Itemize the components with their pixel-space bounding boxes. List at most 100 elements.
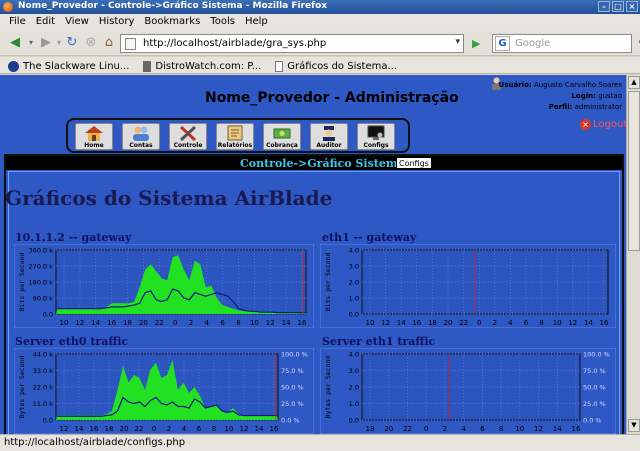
menu-file[interactable]: File (4, 14, 31, 31)
url-bar[interactable]: http://localhost/airblade/gra_sys.php ▾ (120, 34, 464, 53)
page-content: Nome_Provedor - Administração Usuário: A… (0, 75, 626, 434)
x-tick-label: 16 (298, 319, 307, 327)
y-tick-label: 1.0 (349, 295, 359, 303)
main-menu: Home Contas Controle Relatórios Cobrança (66, 118, 410, 153)
x-tick-label: 14 (75, 425, 84, 433)
home-icon[interactable]: ⌂ (101, 35, 117, 52)
configs-button[interactable]: Configs (357, 123, 395, 150)
y-tick-label: 360.0 k (29, 247, 54, 255)
user-name: Augusto Carvalho Soares (533, 81, 622, 89)
y-tick-label: 22.0 k (33, 384, 54, 392)
user-profile: administrator (574, 103, 622, 111)
x-tick-label: 18 (366, 425, 375, 433)
x-tick-label: 4 (461, 425, 466, 433)
y2-tick-label: 100.0 % (583, 351, 610, 359)
monitor-icon (367, 125, 385, 140)
bookmarks-toolbar: The Slackware Linu... DistroWatch.com: P… (0, 57, 640, 74)
window-title: Nome_Provedor - Controle->Gráfico Sistem… (18, 1, 328, 11)
chart-server-eth0: 12 14 16 18 20 22 0 2 4 6 8 10 12 14 16 0.0 0.0 % 11.0 k 2… (14, 348, 314, 434)
y-tick-label: 1.0 (349, 400, 359, 408)
x-tick-label: 18 (105, 425, 114, 433)
x-tick-label: 0 (152, 425, 156, 433)
x-tick-label: 0 (477, 319, 481, 327)
x-tick-label: 8 (499, 425, 503, 433)
y-tick-label: 44.0 k (33, 351, 54, 359)
bookmark-slackware[interactable]: The Slackware Linu... (8, 57, 129, 73)
y-tick-label: 0.0 (43, 311, 53, 319)
y-tick-label: 3.0 (349, 263, 359, 271)
home-button[interactable]: Home (75, 123, 113, 150)
x-tick-label: 20 (444, 319, 453, 327)
y2-tick-label: 0.0 % (583, 417, 602, 425)
contas-button[interactable]: Contas (122, 123, 160, 150)
search-engine-icon[interactable]: G (495, 36, 510, 51)
x-tick-label: 6 (220, 319, 225, 327)
x-tick-label: 2 (167, 425, 171, 433)
search-placeholder: Google (515, 38, 551, 49)
x-tick-label: 8 (236, 319, 240, 327)
cobranca-button[interactable]: Cobrança (263, 123, 301, 150)
menu-view[interactable]: View (60, 14, 94, 31)
users-icon (133, 126, 149, 141)
stop-icon[interactable]: ⊗ (83, 35, 99, 52)
status-bar: http://localhost/airblade/configs.php (0, 434, 640, 451)
url-dropdown-icon[interactable]: ▾ (455, 37, 460, 47)
menu-tools[interactable]: Tools (205, 14, 240, 31)
back-arrow-icon[interactable]: ◀ (6, 35, 24, 52)
police-officer-icon (323, 126, 335, 141)
menu-history[interactable]: History (94, 14, 140, 31)
scroll-up-icon[interactable]: ▲ (628, 76, 640, 89)
x-tick-label: 14 (553, 425, 562, 433)
bookmark-distrowatch[interactable]: DistroWatch.com: P... (143, 57, 261, 73)
forward-dropdown-icon[interactable]: ▾ (55, 35, 63, 52)
back-dropdown-icon[interactable]: ▾ (26, 35, 36, 52)
window-title-bar: Nome_Provedor - Controle->Gráfico Sistem… (0, 0, 640, 14)
auditor-button[interactable]: Auditor (310, 123, 348, 150)
y2-tick-label: 50.0 % (281, 384, 304, 392)
y2-tick-label: 50.0 % (583, 384, 606, 392)
user-login: gustao (598, 92, 622, 100)
scroll-thumb[interactable] (628, 91, 640, 251)
y-tick-label: 0.0 (349, 311, 359, 319)
bookmark-graficos[interactable]: Gráficos do Sistema... (275, 57, 397, 73)
go-icon[interactable]: ▶ (472, 37, 484, 50)
y2-tick-label: 25.0 % (583, 400, 606, 408)
menu-help[interactable]: Help (240, 14, 273, 31)
logout-link[interactable]: × Logout (580, 119, 626, 130)
search-box[interactable]: G Google ⚲ (492, 34, 640, 53)
reload-icon[interactable]: ↻ (64, 35, 80, 52)
x-tick-label: 16 (412, 319, 421, 327)
x-tick-label: 2 (443, 425, 447, 433)
controle-button[interactable]: Controle (169, 123, 207, 150)
x-tick-label: 10 (366, 319, 375, 327)
vertical-scrollbar[interactable]: ▲ ▼ (626, 75, 640, 433)
breadcrumb-configs-button[interactable]: Configs (396, 157, 432, 169)
y2-tick-label: 0.0 % (281, 417, 300, 425)
menu-edit[interactable]: Edit (31, 14, 60, 31)
x-tick-label: 4 (508, 319, 513, 327)
x-tick-label: 12 (240, 425, 249, 433)
x-tick-label: 18 (123, 319, 132, 327)
x-tick-label: 16 (107, 319, 116, 327)
x-tick-label: 16 (600, 319, 609, 327)
y-tick-label: 0.0 (349, 417, 359, 425)
close-icon[interactable]: × (626, 1, 638, 12)
menu-bookmarks[interactable]: Bookmarks (139, 14, 205, 31)
x-tick-label: 2 (189, 319, 193, 327)
minimize-icon[interactable]: – (598, 1, 610, 12)
y-axis-label: Bytes per Second (324, 356, 332, 419)
forward-arrow-icon[interactable]: ▶ (38, 35, 54, 52)
x-tick-label: 10 (553, 319, 562, 327)
x-tick-label: 22 (135, 425, 144, 433)
chart-title-server-eth0: Server eth0 traffic (15, 335, 129, 348)
firefox-icon (3, 2, 13, 12)
x-tick-label: 16 (270, 425, 279, 433)
url-text: http://localhost/airblade/gra_sys.php (143, 38, 327, 49)
menu-bar: File Edit View History Bookmarks Tools H… (0, 14, 640, 31)
chart-title-gateway-10-1-1-2: 10.1.1.2 -- gateway (15, 231, 132, 244)
y-tick-label: 2.0 (349, 384, 359, 392)
relatorios-button[interactable]: Relatórios (216, 123, 254, 150)
maximize-icon[interactable]: □ (612, 1, 624, 12)
page-heading: Gráficos do Sistema AirBlade (5, 186, 333, 210)
scroll-down-icon[interactable]: ▼ (628, 419, 640, 432)
